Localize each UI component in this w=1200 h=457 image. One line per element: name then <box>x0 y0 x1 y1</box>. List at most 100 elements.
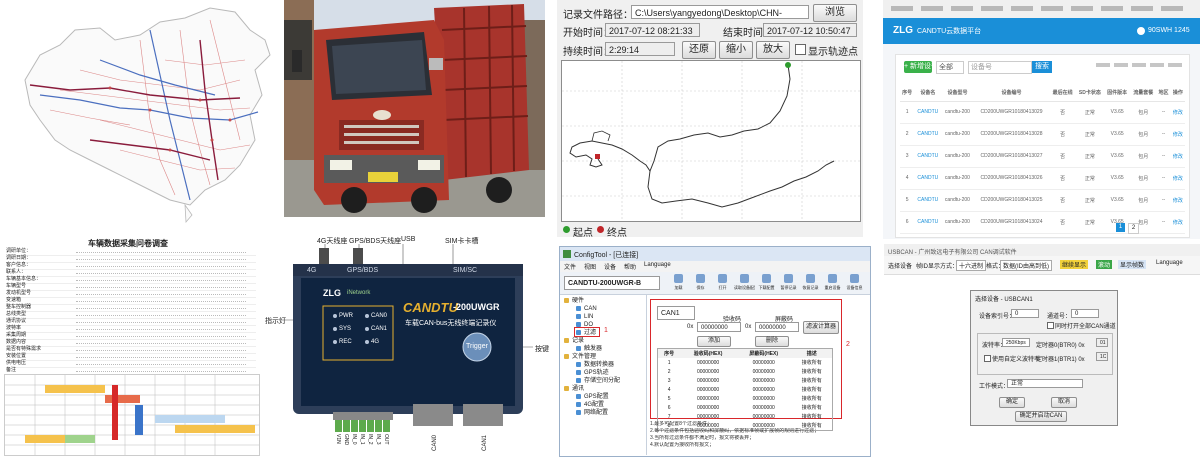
toolbar-button[interactable]: 恢复记录 <box>800 273 821 293</box>
show-frame-count-button[interactable]: 显示帧数 <box>1118 260 1147 269</box>
table-cell[interactable]: 修改 <box>1171 101 1185 123</box>
table-cell[interactable]: CANDTU <box>914 167 941 189</box>
toolbar-button[interactable]: 重启设备 <box>822 273 843 293</box>
filter-row[interactable]: 6 00000000 00000000 接收所有 <box>658 403 833 412</box>
search-button[interactable]: 搜索 <box>1032 61 1052 73</box>
toolbar-button[interactable]: 设备信息 <box>844 273 865 293</box>
table-cell[interactable]: 修改 <box>1171 189 1185 211</box>
show-points-checkbox[interactable] <box>795 44 806 55</box>
mode-select[interactable]: 正常 <box>1007 379 1083 388</box>
table-row[interactable]: 4 CANDTU candtu-200 CD200UWGR10180413026 否 正常… <box>900 167 1185 189</box>
device-index-select[interactable]: 0 <box>1011 309 1039 318</box>
channel-select[interactable]: 0 <box>1071 309 1099 318</box>
toolbar-button[interactable]: 下载配置 <box>756 273 777 293</box>
filter-select[interactable]: 全部 <box>936 61 964 74</box>
device-select[interactable]: CANDTU-200UWGR-B <box>564 276 660 290</box>
page-2-button[interactable]: 2 <box>1128 223 1139 234</box>
data-format-select[interactable]: 数据(ID由高到低) <box>1000 260 1052 271</box>
table-cell[interactable]: 修改 <box>1171 123 1185 145</box>
language-menu[interactable]: Language <box>1156 260 1183 266</box>
filter-row[interactable]: 1 00000000 00000000 接收所有 <box>658 358 833 367</box>
user-name[interactable]: 90SWH 1245 <box>1148 27 1190 34</box>
cancel-button[interactable]: 取消 <box>1051 397 1077 408</box>
table-row[interactable]: 6 CANDTU candtu-200 CD200UWGR10180413024 否 正常… <box>900 211 1185 233</box>
col-header: SD卡状态 <box>1078 90 1101 97</box>
frame-id-format-select[interactable]: 十六进制 <box>956 260 987 271</box>
tree-leaf-icon <box>576 370 581 375</box>
zoom-in-button[interactable]: 放大 <box>756 41 790 59</box>
acc-code-field[interactable]: 00000000 <box>697 322 741 332</box>
filter-row[interactable]: 3 00000000 00000000 接收所有 <box>658 376 833 385</box>
toolbar-icon <box>806 274 815 283</box>
menu-item[interactable]: 设备 <box>604 262 616 271</box>
table-cell: V3.65 <box>1110 131 1124 137</box>
table-row[interactable]: 2 CANDTU candtu-200 CD200UWGR10180413028 否 正常… <box>900 123 1185 145</box>
filter-row[interactable]: 5 00000000 00000000 接收所有 <box>658 394 833 403</box>
menu-item[interactable]: 视图 <box>584 262 596 271</box>
filter-cell: 接收所有 <box>801 360 822 366</box>
timing1-field[interactable]: 1C <box>1096 352 1108 361</box>
custom-baud-checkbox[interactable] <box>984 355 991 362</box>
baud-select[interactable]: 250Kbps <box>1002 338 1030 347</box>
scroll-button[interactable]: 滚动 <box>1096 260 1113 269</box>
add-device-button[interactable]: + 新增设备 <box>904 61 938 73</box>
table-cell: 正常 <box>1084 131 1095 138</box>
table-cell[interactable]: CANDTU <box>914 101 941 123</box>
page-1-button[interactable]: 1 <box>1116 223 1125 232</box>
table-row[interactable]: 5 CANDTU candtu-200 CD200UWGR10180413025 否 正常… <box>900 189 1185 211</box>
filter-row[interactable]: 7 00000000 00000000 接收所有 <box>658 412 833 421</box>
timing0-field[interactable]: 01 <box>1096 338 1108 347</box>
tree-label: GPS轨迹 <box>584 370 609 376</box>
table-cell[interactable]: CANDTU <box>914 189 941 211</box>
restore-button[interactable]: 还原 <box>682 41 716 59</box>
show-points-label: 显示轨迹点 <box>808 47 858 58</box>
zoom-out-button[interactable]: 缩小 <box>719 41 753 59</box>
table-row[interactable]: 1 CANDTU candtu-200 CD200UWGR10180413029 否 正常… <box>900 101 1185 123</box>
table-cell[interactable]: CANDTU <box>914 211 941 233</box>
table-cell[interactable]: CANDTU <box>914 145 941 167</box>
ok-button[interactable]: 确定 <box>999 397 1025 408</box>
table-cell: CD200UWGR10180413024 <box>980 219 1043 225</box>
table-row[interactable]: 3 CANDTU candtu-200 CD200UWGR10180413027 否 正常… <box>900 145 1185 167</box>
select-device-menu[interactable]: 选择设备 <box>888 261 912 270</box>
ok-and-start-button[interactable]: 确定并启动CAN <box>1015 411 1067 422</box>
table-cell[interactable]: 修改 <box>1171 211 1185 233</box>
table-cell[interactable]: 修改 <box>1171 167 1185 189</box>
add-filter-button[interactable]: 添加 <box>697 336 731 347</box>
filter-row[interactable]: 4 00000000 00000000 接收所有 <box>658 385 833 394</box>
table-cell: 正常 <box>1084 219 1095 226</box>
duration-field: 2:29:14 <box>605 42 675 56</box>
sync-can-checkbox[interactable] <box>1047 322 1054 329</box>
trigger-button[interactable]: Trigger <box>466 343 488 350</box>
tree-label: 硬件 <box>572 298 585 304</box>
tree-label: 触发器 <box>584 346 603 352</box>
file-path-field[interactable]: C:\Users\yangyedong\Desktop\CHN-STACK <box>631 5 809 32</box>
toolbar-button[interactable]: 加载 <box>668 273 689 293</box>
mask-field[interactable]: 00000000 <box>755 322 799 332</box>
filter-row[interactable]: 2 00000000 00000000 接收所有 <box>658 367 833 376</box>
filter-calculator-button[interactable]: 滤波计算器 <box>803 321 839 334</box>
trace-map-area[interactable] <box>561 60 861 222</box>
table-cell: CD200UWGR10180413029 <box>980 109 1043 115</box>
can-channel-select[interactable]: CAN1 <box>657 306 695 320</box>
table-cell[interactable]: CANDTU <box>914 123 941 145</box>
filter-col-header: 序号 <box>664 351 675 357</box>
user-avatar-icon[interactable] <box>1137 27 1145 35</box>
toolbar-button[interactable]: 打开 <box>712 273 733 293</box>
delete-filter-button[interactable]: 删除 <box>755 336 789 347</box>
menu-item[interactable]: 文件 <box>564 262 576 271</box>
browse-button[interactable]: 浏览 <box>813 4 857 22</box>
menu-item[interactable]: Language <box>644 262 671 268</box>
search-input[interactable]: 设备号 <box>968 61 1032 74</box>
table-cell[interactable]: 修改 <box>1171 145 1185 167</box>
menu-item[interactable]: 帮助 <box>624 262 636 271</box>
toolbar-button[interactable]: 读取设备配置 <box>734 273 755 293</box>
toolbar-button[interactable]: 保存 <box>690 273 711 293</box>
toolbar-icon <box>718 274 727 283</box>
continue-display-button[interactable]: 继续显示 <box>1060 260 1089 269</box>
tree-label: 记录 <box>572 338 585 344</box>
table-cell: -- <box>1161 109 1166 115</box>
brand-name: CANDTU <box>403 300 458 315</box>
tree-leaf-icon <box>576 314 581 319</box>
toolbar-button[interactable]: 暂停记录 <box>778 273 799 293</box>
